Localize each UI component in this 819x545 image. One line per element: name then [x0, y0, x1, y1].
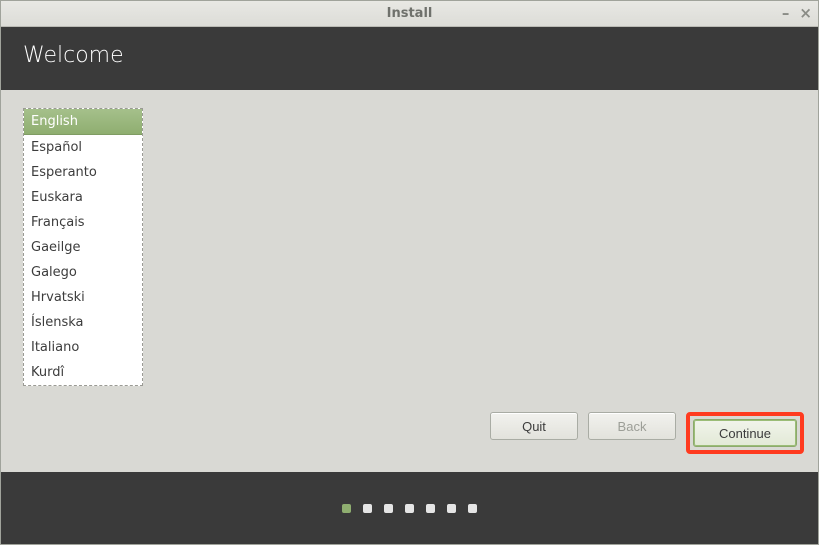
close-icon[interactable]: × — [799, 6, 812, 21]
language-item[interactable]: Íslenska — [24, 310, 142, 335]
minimize-icon[interactable]: – — [782, 6, 790, 21]
continue-button[interactable]: Continue — [693, 419, 797, 447]
titlebar: Install – × — [1, 1, 818, 27]
language-item[interactable]: English — [24, 109, 142, 135]
content-area: EnglishEspañolEsperantoEuskaraFrançaisGa… — [1, 90, 818, 400]
window-controls: – × — [782, 1, 812, 26]
language-item[interactable]: Euskara — [24, 185, 142, 210]
language-item[interactable]: Italiano — [24, 335, 142, 360]
progress-dot — [468, 504, 477, 513]
progress-dot — [384, 504, 393, 513]
progress-dot — [363, 504, 372, 513]
language-list[interactable]: EnglishEspañolEsperantoEuskaraFrançaisGa… — [23, 108, 143, 386]
language-item[interactable]: Gaeilge — [24, 235, 142, 260]
language-item[interactable]: Français — [24, 210, 142, 235]
language-item[interactable]: Esperanto — [24, 160, 142, 185]
window-title: Install — [387, 6, 433, 21]
language-item[interactable]: Kurdî — [24, 360, 142, 385]
progress-dot — [405, 504, 414, 513]
progress-dot — [426, 504, 435, 513]
back-button: Back — [588, 412, 676, 440]
page-header: Welcome — [1, 27, 818, 90]
progress-dot — [342, 504, 351, 513]
language-item[interactable]: Hrvatski — [24, 285, 142, 310]
language-item[interactable]: Galego — [24, 260, 142, 285]
progress-dots — [1, 472, 818, 544]
button-bar: Quit Back Continue — [1, 400, 818, 472]
continue-highlight: Continue — [686, 412, 804, 454]
language-item[interactable]: Español — [24, 135, 142, 160]
progress-dot — [447, 504, 456, 513]
installer-window: Install – × Welcome EnglishEspañolEspera… — [0, 0, 819, 545]
page-title: Welcome — [23, 43, 124, 68]
quit-button[interactable]: Quit — [490, 412, 578, 440]
